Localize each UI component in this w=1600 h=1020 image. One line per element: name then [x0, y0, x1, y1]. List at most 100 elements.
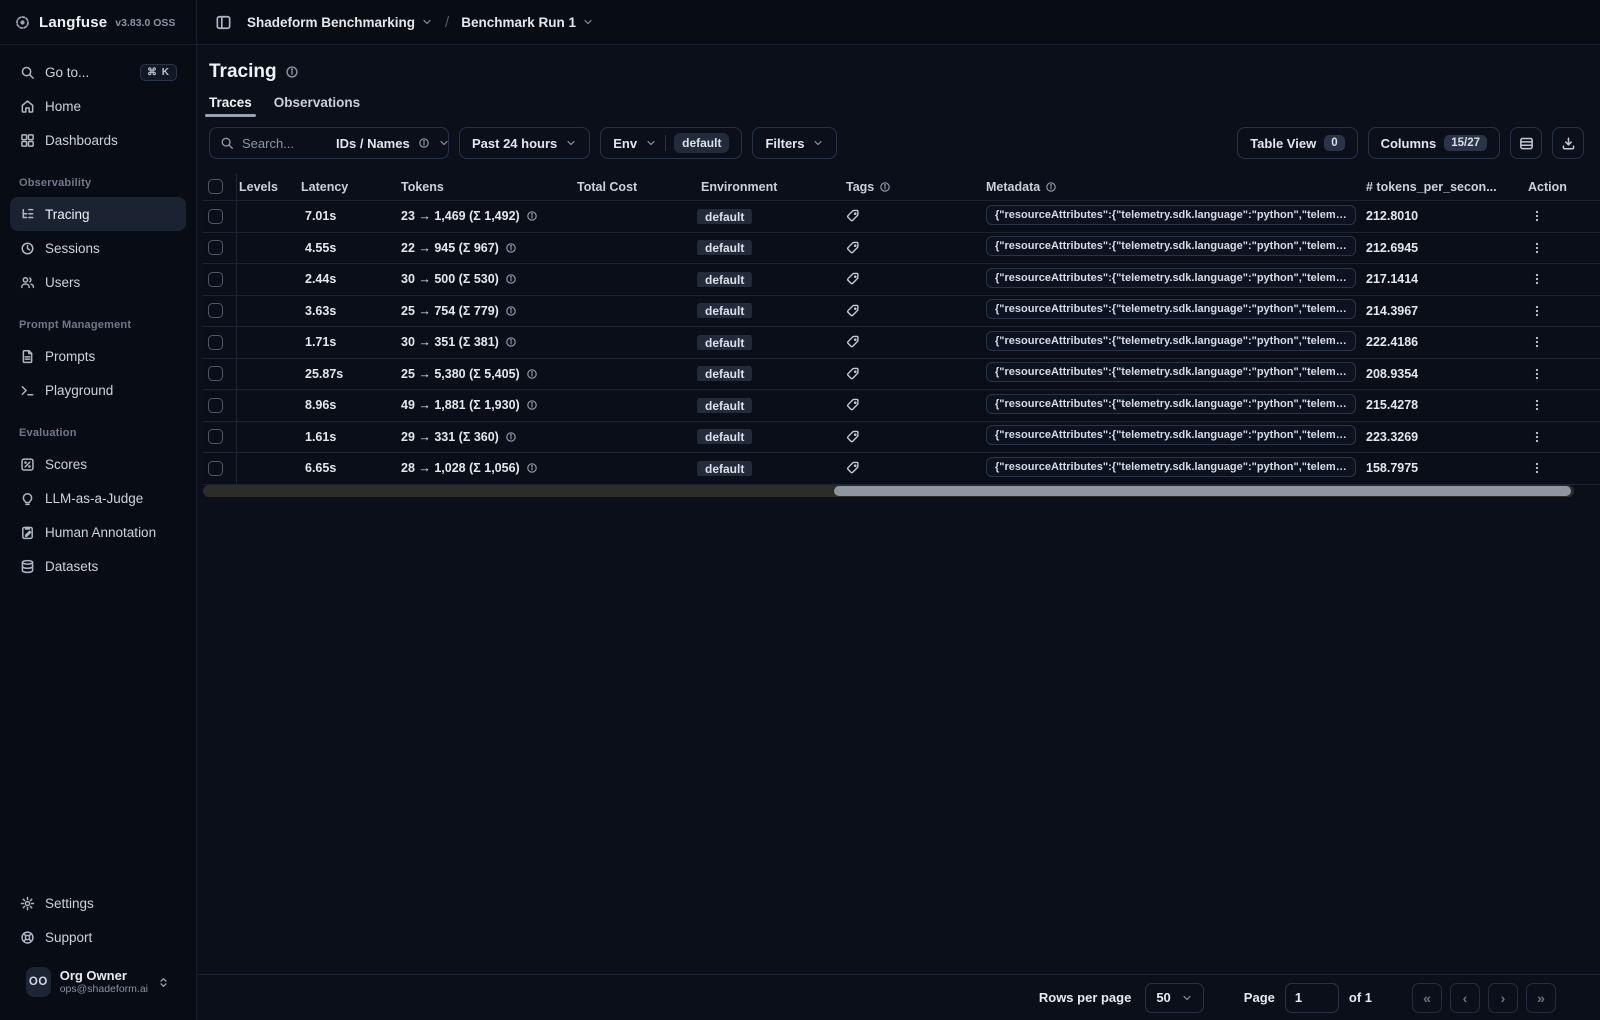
breadcrumb-organization[interactable]: Shadeform Benchmarking	[247, 15, 433, 30]
column-header-environment[interactable]: Environment	[693, 180, 838, 194]
page-number-input[interactable]	[1284, 982, 1339, 1013]
metadata-json-pill[interactable]: {"resourceAttributes":{"telemetry.sdk.la…	[986, 362, 1356, 383]
account-switcher[interactable]: OO Org Owner ops@shadeform.ai	[20, 962, 176, 1002]
environment-filter[interactable]: Env default	[600, 127, 743, 159]
info-icon[interactable]	[285, 65, 299, 79]
next-page-button[interactable]: ›	[1488, 982, 1518, 1013]
info-icon[interactable]	[505, 305, 517, 317]
row-checkbox[interactable]	[208, 397, 223, 413]
rows-per-page-select[interactable]: 50	[1145, 982, 1204, 1013]
info-icon[interactable]	[505, 242, 517, 254]
table-row[interactable]: 8.96s 49 → 1,881 (Σ 1,930) default {"res…	[203, 390, 1600, 422]
tag-icon[interactable]	[846, 335, 970, 349]
tag-icon[interactable]	[846, 367, 970, 381]
tag-icon[interactable]	[846, 461, 970, 475]
row-checkbox[interactable]	[208, 334, 223, 350]
sidebar-item-support[interactable]: Support	[10, 920, 186, 954]
tab-traces[interactable]: Traces	[205, 95, 256, 117]
row-checkbox[interactable]	[208, 240, 223, 256]
first-page-button[interactable]: «	[1412, 982, 1442, 1013]
info-icon[interactable]	[526, 462, 538, 474]
row-checkbox[interactable]	[208, 208, 223, 224]
table-row[interactable]: 1.71s 30 → 351 (Σ 381) default {"resourc…	[203, 327, 1600, 359]
info-icon[interactable]	[526, 368, 538, 380]
row-checkbox[interactable]	[208, 429, 223, 445]
column-header-total-cost[interactable]: Total Cost	[569, 180, 693, 194]
table-row[interactable]: 1.61s 29 → 331 (Σ 360) default {"resourc…	[203, 421, 1600, 453]
row-checkbox[interactable]	[208, 460, 223, 476]
row-actions-menu-button[interactable]	[1528, 209, 1546, 223]
tag-icon[interactable]	[846, 398, 970, 412]
metadata-json-pill[interactable]: {"resourceAttributes":{"telemetry.sdk.la…	[986, 425, 1356, 446]
table-row[interactable]: 7.01s 23 → 1,469 (Σ 1,492) default {"res…	[203, 201, 1600, 233]
metadata-json-pill[interactable]: {"resourceAttributes":{"telemetry.sdk.la…	[986, 456, 1356, 477]
search-input[interactable]	[242, 135, 320, 151]
previous-page-button[interactable]: ‹	[1450, 982, 1480, 1013]
metadata-json-pill[interactable]: {"resourceAttributes":{"telemetry.sdk.la…	[986, 393, 1356, 414]
sidebar-item-goto[interactable]: Go to... ⌘ K	[10, 55, 186, 89]
sidebar-item-datasets[interactable]: Datasets	[10, 549, 186, 583]
metadata-json-pill[interactable]: {"resourceAttributes":{"telemetry.sdk.la…	[986, 204, 1356, 225]
metadata-json-pill[interactable]: {"resourceAttributes":{"telemetry.sdk.la…	[986, 330, 1356, 351]
info-icon[interactable]	[505, 336, 517, 348]
tag-icon[interactable]	[846, 241, 970, 255]
column-header-tags[interactable]: Tags	[838, 180, 978, 194]
row-actions-menu-button[interactable]	[1528, 461, 1546, 475]
metadata-json-pill[interactable]: {"resourceAttributes":{"telemetry.sdk.la…	[986, 236, 1356, 257]
sidebar-item-human-annotation[interactable]: Human Annotation	[10, 515, 186, 549]
tab-observations[interactable]: Observations	[274, 95, 360, 117]
sidebar-toggle-button[interactable]	[209, 8, 237, 36]
row-actions-menu-button[interactable]	[1528, 430, 1546, 444]
table-row[interactable]: 6.65s 28 → 1,028 (Σ 1,056) default {"res…	[203, 453, 1600, 485]
sidebar-item-home[interactable]: Home	[10, 89, 186, 123]
table-row[interactable]: 3.63s 25 → 754 (Σ 779) default {"resourc…	[203, 295, 1600, 327]
tag-icon[interactable]	[846, 209, 970, 223]
horizontal-scrollbar-thumb[interactable]	[833, 485, 1571, 496]
info-icon[interactable]	[505, 273, 517, 285]
row-actions-menu-button[interactable]	[1528, 272, 1546, 286]
row-actions-menu-button[interactable]	[1528, 398, 1546, 412]
info-icon[interactable]	[505, 431, 517, 443]
sidebar-item-playground[interactable]: Playground	[10, 373, 186, 407]
tag-icon[interactable]	[846, 304, 970, 318]
column-header-latency[interactable]: Latency	[293, 180, 393, 194]
sidebar-item-sessions[interactable]: Sessions	[10, 231, 186, 265]
sidebar-item-llm-as-a-judge[interactable]: LLM-as-a-Judge	[10, 481, 186, 515]
column-header-tokens[interactable]: Tokens	[393, 180, 569, 194]
tag-icon[interactable]	[846, 430, 970, 444]
row-height-button[interactable]	[1510, 127, 1542, 159]
columns-button[interactable]: Columns 15/27	[1367, 127, 1500, 159]
download-button[interactable]	[1552, 127, 1584, 159]
metadata-json-pill[interactable]: {"resourceAttributes":{"telemetry.sdk.la…	[986, 299, 1356, 320]
column-header-tokens-per-second[interactable]: # tokens_per_secon...	[1358, 180, 1514, 194]
info-icon[interactable]	[526, 210, 538, 222]
table-row[interactable]: 25.87s 25 → 5,380 (Σ 5,405) default {"re…	[203, 358, 1600, 390]
search-input-group[interactable]: IDs / Names	[209, 127, 449, 159]
sidebar-item-tracing[interactable]: Tracing	[10, 197, 186, 231]
sidebar-item-prompts[interactable]: Prompts	[10, 339, 186, 373]
sidebar-item-settings[interactable]: Settings	[10, 886, 186, 920]
column-header-metadata[interactable]: Metadata	[978, 180, 1358, 194]
filters-button[interactable]: Filters	[752, 127, 838, 159]
row-checkbox[interactable]	[208, 271, 223, 287]
breadcrumb-project[interactable]: Benchmark Run 1	[461, 15, 594, 30]
row-actions-menu-button[interactable]	[1528, 304, 1546, 318]
row-actions-menu-button[interactable]	[1528, 241, 1546, 255]
info-icon[interactable]	[526, 399, 538, 411]
select-all-checkbox[interactable]	[208, 179, 223, 194]
horizontal-scrollbar[interactable]	[203, 484, 1574, 497]
table-row[interactable]: 4.55s 22 → 945 (Σ 967) default {"resourc…	[203, 232, 1600, 264]
time-range-select[interactable]: Past 24 hours	[459, 127, 591, 159]
last-page-button[interactable]: »	[1526, 982, 1556, 1013]
sidebar-item-users[interactable]: Users	[10, 265, 186, 299]
row-actions-menu-button[interactable]	[1528, 335, 1546, 349]
table-row[interactable]: 2.44s 30 → 500 (Σ 530) default {"resourc…	[203, 264, 1600, 296]
tag-icon[interactable]	[846, 272, 970, 286]
row-actions-menu-button[interactable]	[1528, 367, 1546, 381]
row-checkbox[interactable]	[208, 366, 223, 382]
metadata-json-pill[interactable]: {"resourceAttributes":{"telemetry.sdk.la…	[986, 267, 1356, 288]
table-view-button[interactable]: Table View 0	[1237, 127, 1358, 159]
sidebar-item-dashboards[interactable]: Dashboards	[10, 123, 186, 157]
row-checkbox[interactable]	[208, 303, 223, 319]
column-header-levels[interactable]: Levels	[237, 180, 293, 194]
